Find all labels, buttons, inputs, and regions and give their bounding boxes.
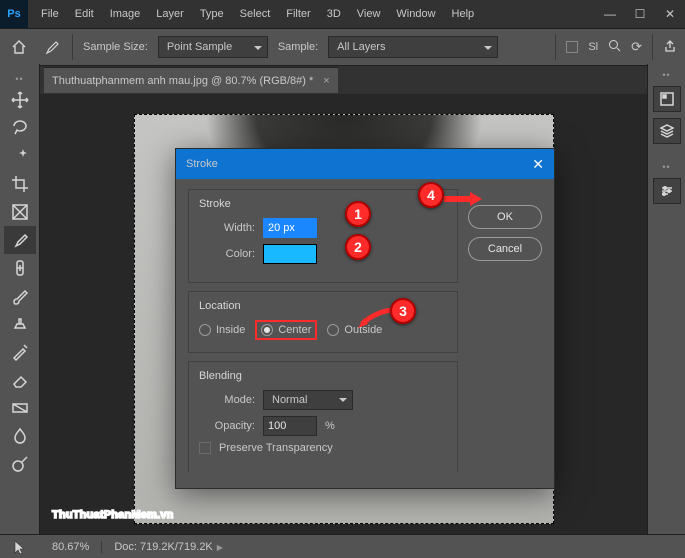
location-group: Location Inside Center Outside: [188, 291, 458, 353]
menu-3d[interactable]: 3D: [320, 0, 348, 28]
zoom-level[interactable]: 80.67%: [40, 541, 102, 553]
toolbox: ••: [0, 64, 40, 534]
menu-file[interactable]: File: [34, 0, 66, 28]
eyedropper-icon[interactable]: [40, 36, 62, 58]
close-icon[interactable]: ✕: [655, 0, 685, 28]
width-input[interactable]: 20 px: [263, 218, 317, 238]
frame-tool[interactable]: [4, 198, 36, 226]
dialog-close-icon[interactable]: ✕: [532, 156, 544, 173]
minimize-icon[interactable]: —: [595, 0, 625, 28]
preserve-transparency-checkbox: [199, 442, 211, 454]
color-swatch[interactable]: [263, 244, 317, 264]
menu-help[interactable]: Help: [445, 0, 482, 28]
eyedropper-tool[interactable]: [4, 226, 36, 254]
sample-size-dropdown[interactable]: Point Sample: [158, 36, 268, 58]
sample-layers-dropdown[interactable]: All Layers: [328, 36, 498, 58]
properties-panel-icon[interactable]: [653, 178, 681, 204]
cancel-button[interactable]: Cancel: [468, 237, 542, 261]
maximize-icon[interactable]: ☐: [625, 0, 655, 28]
sample-size-label: Sample Size:: [83, 41, 148, 53]
titlebar: Ps File Edit Image Layer Type Select Fil…: [0, 0, 685, 28]
blending-group: Blending Mode: Normal Opacity: 100 % Pre…: [188, 361, 458, 472]
annotation-badge-3: 3: [390, 298, 416, 324]
sl-label: Sl: [588, 41, 598, 53]
crop-tool[interactable]: [4, 170, 36, 198]
menu-image[interactable]: Image: [103, 0, 148, 28]
menu-layer[interactable]: Layer: [149, 0, 191, 28]
document-tabstrip: Thuthuatphanmem anh mau.jpg @ 80.7% (RGB…: [0, 66, 685, 94]
menu-type[interactable]: Type: [193, 0, 231, 28]
divider: [72, 34, 73, 60]
show-sampling-ring-checkbox[interactable]: [566, 41, 578, 53]
menubar: File Edit Image Layer Type Select Filter…: [28, 0, 595, 28]
move-tool[interactable]: [4, 86, 36, 114]
app-logo: Ps: [0, 0, 28, 28]
width-label: Width:: [199, 222, 255, 234]
annotation-badge-2: 2: [345, 234, 371, 260]
blending-group-label: Blending: [199, 370, 447, 382]
sample-label: Sample:: [278, 41, 318, 53]
window-controls: — ☐ ✕: [595, 0, 685, 28]
preserve-transparency-label: Preserve Transparency: [219, 442, 333, 454]
mode-dropdown[interactable]: Normal: [263, 390, 353, 410]
watermark: ThuThuatPhanMem.vn: [52, 498, 174, 524]
menu-select[interactable]: Select: [233, 0, 278, 28]
lasso-tool[interactable]: [4, 114, 36, 142]
options-bar: Sample Size: Point Sample Sample: All La…: [0, 28, 685, 66]
menu-edit[interactable]: Edit: [68, 0, 101, 28]
menu-filter[interactable]: Filter: [279, 0, 317, 28]
location-center-radio[interactable]: Center: [261, 324, 311, 336]
status-bar: 80.67% Doc: 719.2K/719.2K: [0, 534, 685, 558]
location-inside-radio[interactable]: Inside: [199, 324, 245, 336]
menu-view[interactable]: View: [350, 0, 388, 28]
annotation-badge-4: 4: [418, 182, 444, 208]
opacity-label: Opacity:: [199, 420, 255, 432]
doc-info[interactable]: Doc: 719.2K/719.2K: [102, 541, 235, 553]
cursor-icon: [0, 540, 40, 554]
dialog-titlebar[interactable]: Stroke ✕: [176, 149, 554, 179]
menu-window[interactable]: Window: [389, 0, 442, 28]
close-tab-icon[interactable]: ×: [323, 75, 329, 87]
annotation-arrow-4: [442, 190, 482, 208]
brush-tool[interactable]: [4, 282, 36, 310]
toolbox-handle[interactable]: ••: [15, 74, 23, 84]
share-icon[interactable]: [663, 39, 677, 56]
color-panel-icon[interactable]: [653, 86, 681, 112]
clone-stamp-tool[interactable]: [4, 310, 36, 338]
divider: [652, 34, 653, 60]
dialog-title: Stroke: [186, 158, 218, 170]
stroke-group-label: Stroke: [199, 198, 447, 210]
search-icon[interactable]: [608, 39, 621, 55]
mode-label: Mode:: [199, 394, 255, 406]
healing-brush-tool[interactable]: [4, 254, 36, 282]
annotation-badge-1: 1: [345, 201, 371, 227]
document-tab-label: Thuthuatphanmem anh mau.jpg @ 80.7% (RGB…: [52, 75, 313, 87]
stroke-group: Stroke Width: 20 px Color:: [188, 189, 458, 283]
ok-button[interactable]: OK: [468, 205, 542, 229]
layers-panel-icon[interactable]: [653, 118, 681, 144]
location-center-highlight: Center: [255, 320, 317, 340]
document-tab[interactable]: Thuthuatphanmem anh mau.jpg @ 80.7% (RGB…: [44, 67, 338, 93]
blur-tool[interactable]: [4, 422, 36, 450]
panel-dock: •• ••: [647, 64, 685, 534]
history-icon[interactable]: ⟳: [631, 39, 642, 55]
percent-label: %: [325, 420, 335, 432]
dodge-tool[interactable]: [4, 450, 36, 478]
magic-wand-tool[interactable]: [4, 142, 36, 170]
color-label: Color:: [199, 248, 255, 260]
history-brush-tool[interactable]: [4, 338, 36, 366]
eraser-tool[interactable]: [4, 366, 36, 394]
home-button[interactable]: [8, 36, 30, 58]
divider: [555, 34, 556, 60]
opacity-input[interactable]: 100: [263, 416, 317, 436]
gradient-tool[interactable]: [4, 394, 36, 422]
